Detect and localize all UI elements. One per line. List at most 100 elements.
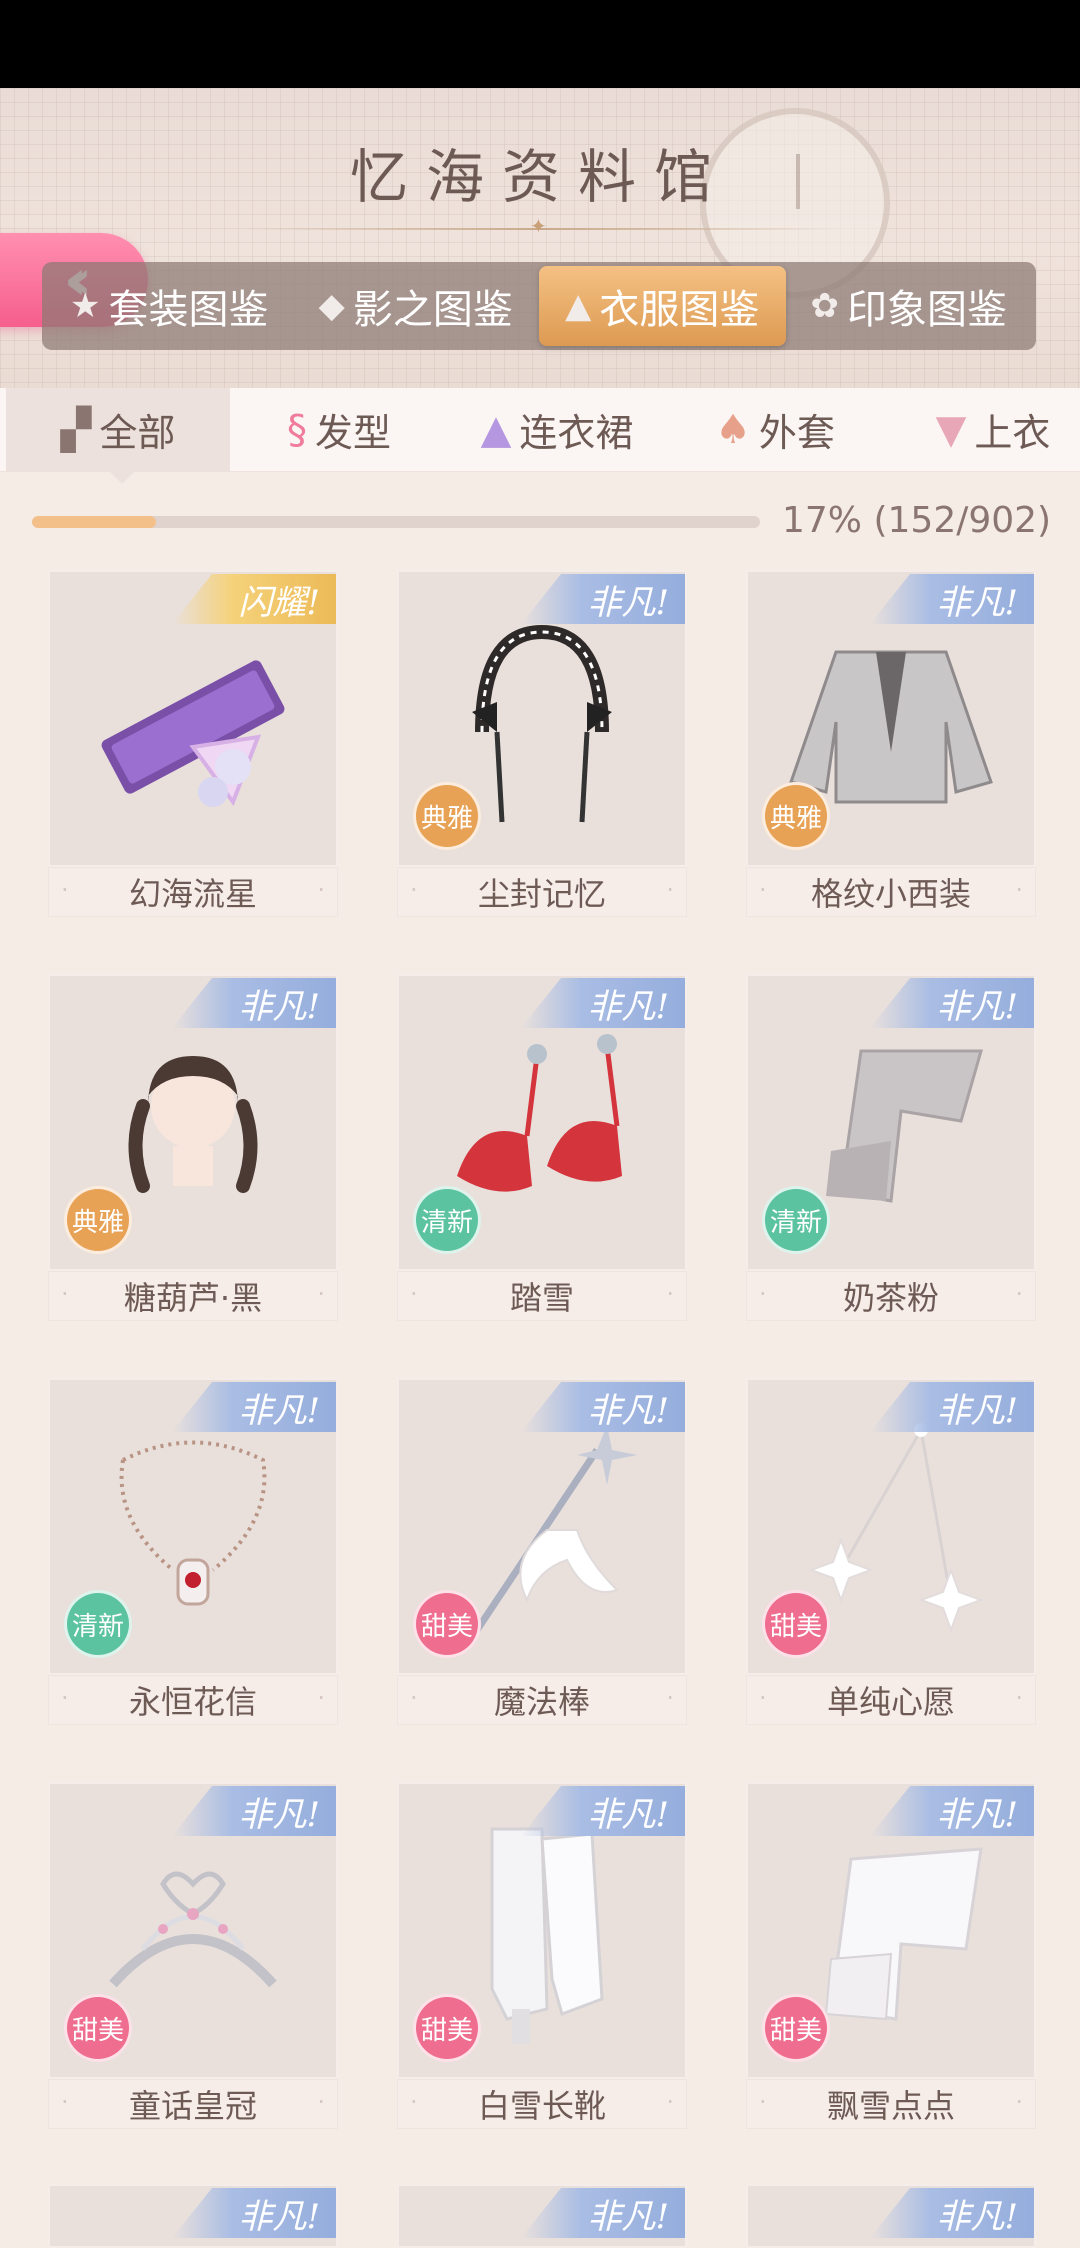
style-tag-badge: 清新 <box>64 1590 132 1658</box>
title-divider <box>240 214 840 238</box>
item-card[interactable]: 非凡! 甜美单纯心愿 <box>746 1378 1036 1725</box>
item-image: 非凡! 甜美 <box>48 1782 338 2079</box>
item-image: 非凡! 甜美 <box>746 1782 1036 2079</box>
item-card[interactable]: 非凡! 清新踏雪 <box>397 974 687 1321</box>
item-image: 非凡! 清新 <box>746 974 1036 1271</box>
rarity-ribbon: 非凡! <box>870 1382 1034 1432</box>
rarity-ribbon: 非凡! <box>521 1382 685 1432</box>
item-name: 永恒花信 <box>48 1675 338 1725</box>
sub-tab-label: 上衣 <box>974 411 1051 455</box>
item-image: 非凡! 清新 <box>397 974 687 1271</box>
item-card[interactable]: 非凡! 甜美白雪长靴 <box>397 1782 687 2129</box>
item-card[interactable]: 非凡! <box>746 2184 1036 2248</box>
tab-outfit-collection[interactable]: ★ 套装图鉴 <box>46 266 293 346</box>
item-card[interactable]: 非凡! 典雅格纹小西装 <box>746 570 1036 917</box>
item-card[interactable]: 非凡! 甜美魔法棒 <box>397 1378 687 1725</box>
item-image: 非凡! 典雅 <box>397 570 687 867</box>
sub-tab-coat[interactable]: ♠ 外套 <box>666 388 884 472</box>
shirt-icon: ▼ <box>935 406 967 453</box>
partial-item-row: 非凡! 非凡! 非凡! <box>48 2184 1038 2248</box>
status-bar <box>0 0 1080 88</box>
sub-tab-hair[interactable]: § 发型 <box>230 388 448 472</box>
dress-icon: ▲ <box>480 406 512 453</box>
item-card[interactable]: 非凡! <box>48 2184 338 2248</box>
category-tabs: ★ 套装图鉴 ◆ 影之图鉴 ▲ 衣服图鉴 ✿ 印象图鉴 <box>42 262 1036 350</box>
sub-category-tabs: ▞ 全部 § 发型 ▲ 连衣裙 ♠ 外套 ▼ 上衣 <box>0 387 1080 484</box>
style-tag-badge: 甜美 <box>413 1590 481 1658</box>
item-image: 闪耀! <box>48 570 338 867</box>
item-name: 踏雪 <box>397 1271 687 1321</box>
item-artwork <box>93 1854 293 2018</box>
item-grid: 闪耀!幻海流星非凡!典雅尘封记忆非凡!典雅格纹小西装非凡!典雅糖葫芦·黑非凡!清… <box>48 570 1038 2129</box>
item-name: 飘雪点点 <box>746 2079 1036 2129</box>
item-name: 糖葫芦·黑 <box>48 1271 338 1321</box>
item-card[interactable]: 非凡! <box>397 2184 687 2248</box>
item-name: 格纹小西装 <box>746 867 1036 917</box>
dress-icon: ▲ <box>565 286 592 326</box>
item-name: 白雪长靴 <box>397 2079 687 2129</box>
style-tag-badge: 清新 <box>762 1186 830 1254</box>
item-image: 非凡! 清新 <box>48 1378 338 1675</box>
tab-label: 印象图鉴 <box>847 287 1007 333</box>
item-name: 尘封记忆 <box>397 867 687 917</box>
flower-icon: ✿ <box>810 286 840 326</box>
rarity-ribbon: 闪耀! <box>172 574 336 624</box>
rarity-ribbon: 非凡! <box>172 2188 336 2238</box>
rarity-ribbon: 非凡! <box>870 978 1034 1028</box>
page-title: 忆海资料馆 <box>349 143 730 211</box>
sub-tab-all[interactable]: ▞ 全部 <box>6 387 230 484</box>
star-icon: ★ <box>70 286 101 326</box>
tab-clothes-collection[interactable]: ▲ 衣服图鉴 <box>539 266 786 346</box>
item-card[interactable]: 非凡! 清新奶茶粉 <box>746 974 1036 1321</box>
item-artwork <box>83 627 303 821</box>
sub-tab-dress[interactable]: ▲ 连衣裙 <box>448 388 666 472</box>
progress-track <box>32 516 760 528</box>
sub-tab-label: 发型 <box>314 411 391 455</box>
item-card[interactable]: 非凡! 清新永恒花信 <box>48 1378 338 1725</box>
rarity-ribbon: 非凡! <box>870 2188 1034 2238</box>
rarity-ribbon: 非凡! <box>521 978 685 1028</box>
item-image: 非凡! 甜美 <box>397 1378 687 1675</box>
sub-tab-top[interactable]: ▼ 上衣 <box>884 388 1080 472</box>
item-card[interactable]: 非凡! 甜美童话皇冠 <box>48 1782 338 2129</box>
item-artwork <box>103 1036 283 1220</box>
style-tag-badge: 甜美 <box>413 1994 481 2062</box>
item-name: 单纯心愿 <box>746 1675 1036 1725</box>
progress-text: 17% (152/902) <box>782 500 1052 541</box>
style-tag-badge: 甜美 <box>762 1994 830 2062</box>
rarity-ribbon: 非凡! <box>870 574 1034 624</box>
tab-label: 衣服图鉴 <box>599 287 760 333</box>
item-image: 非凡! 典雅 <box>48 974 338 1271</box>
style-tag-badge: 典雅 <box>762 782 830 850</box>
item-name: 童话皇冠 <box>48 2079 338 2129</box>
item-card[interactable]: 非凡! 典雅糖葫芦·黑 <box>48 974 338 1321</box>
rarity-ribbon: 非凡! <box>172 1786 336 1836</box>
item-card[interactable]: 非凡! 典雅尘封记忆 <box>397 570 687 917</box>
rarity-ribbon: 非凡! <box>172 978 336 1028</box>
rarity-ribbon: 非凡! <box>521 2188 685 2238</box>
style-tag-badge: 典雅 <box>413 782 481 850</box>
grid-icon: ▞ <box>60 406 92 453</box>
item-name: 奶茶粉 <box>746 1271 1036 1321</box>
sub-tab-label: 全部 <box>99 411 176 455</box>
style-tag-badge: 甜美 <box>64 1994 132 2062</box>
rarity-ribbon: 非凡! <box>870 1786 1034 1836</box>
tab-impression-collection[interactable]: ✿ 印象图鉴 <box>786 266 1033 346</box>
tab-label: 影之图鉴 <box>352 287 513 333</box>
rarity-ribbon: 非凡! <box>521 1786 685 1836</box>
collection-progress: 17% (152/902) <box>32 500 1062 546</box>
item-name: 魔法棒 <box>397 1675 687 1725</box>
sub-tab-label: 外套 <box>758 411 835 455</box>
item-image: 非凡! 典雅 <box>746 570 1036 867</box>
item-card[interactable]: 非凡! 甜美飘雪点点 <box>746 1782 1036 2129</box>
tab-label: 套装图鉴 <box>108 287 269 333</box>
item-name: 幻海流星 <box>48 867 338 917</box>
rarity-ribbon: 非凡! <box>172 1382 336 1432</box>
coat-icon: ♠ <box>715 406 751 453</box>
cube-icon: ◆ <box>318 286 345 326</box>
style-tag-badge: 清新 <box>413 1186 481 1254</box>
tab-shadow-collection[interactable]: ◆ 影之图鉴 <box>293 266 540 346</box>
progress-fill <box>32 516 156 528</box>
style-tag-badge: 典雅 <box>64 1186 132 1254</box>
item-card[interactable]: 闪耀! 幻海流星 <box>48 570 338 917</box>
